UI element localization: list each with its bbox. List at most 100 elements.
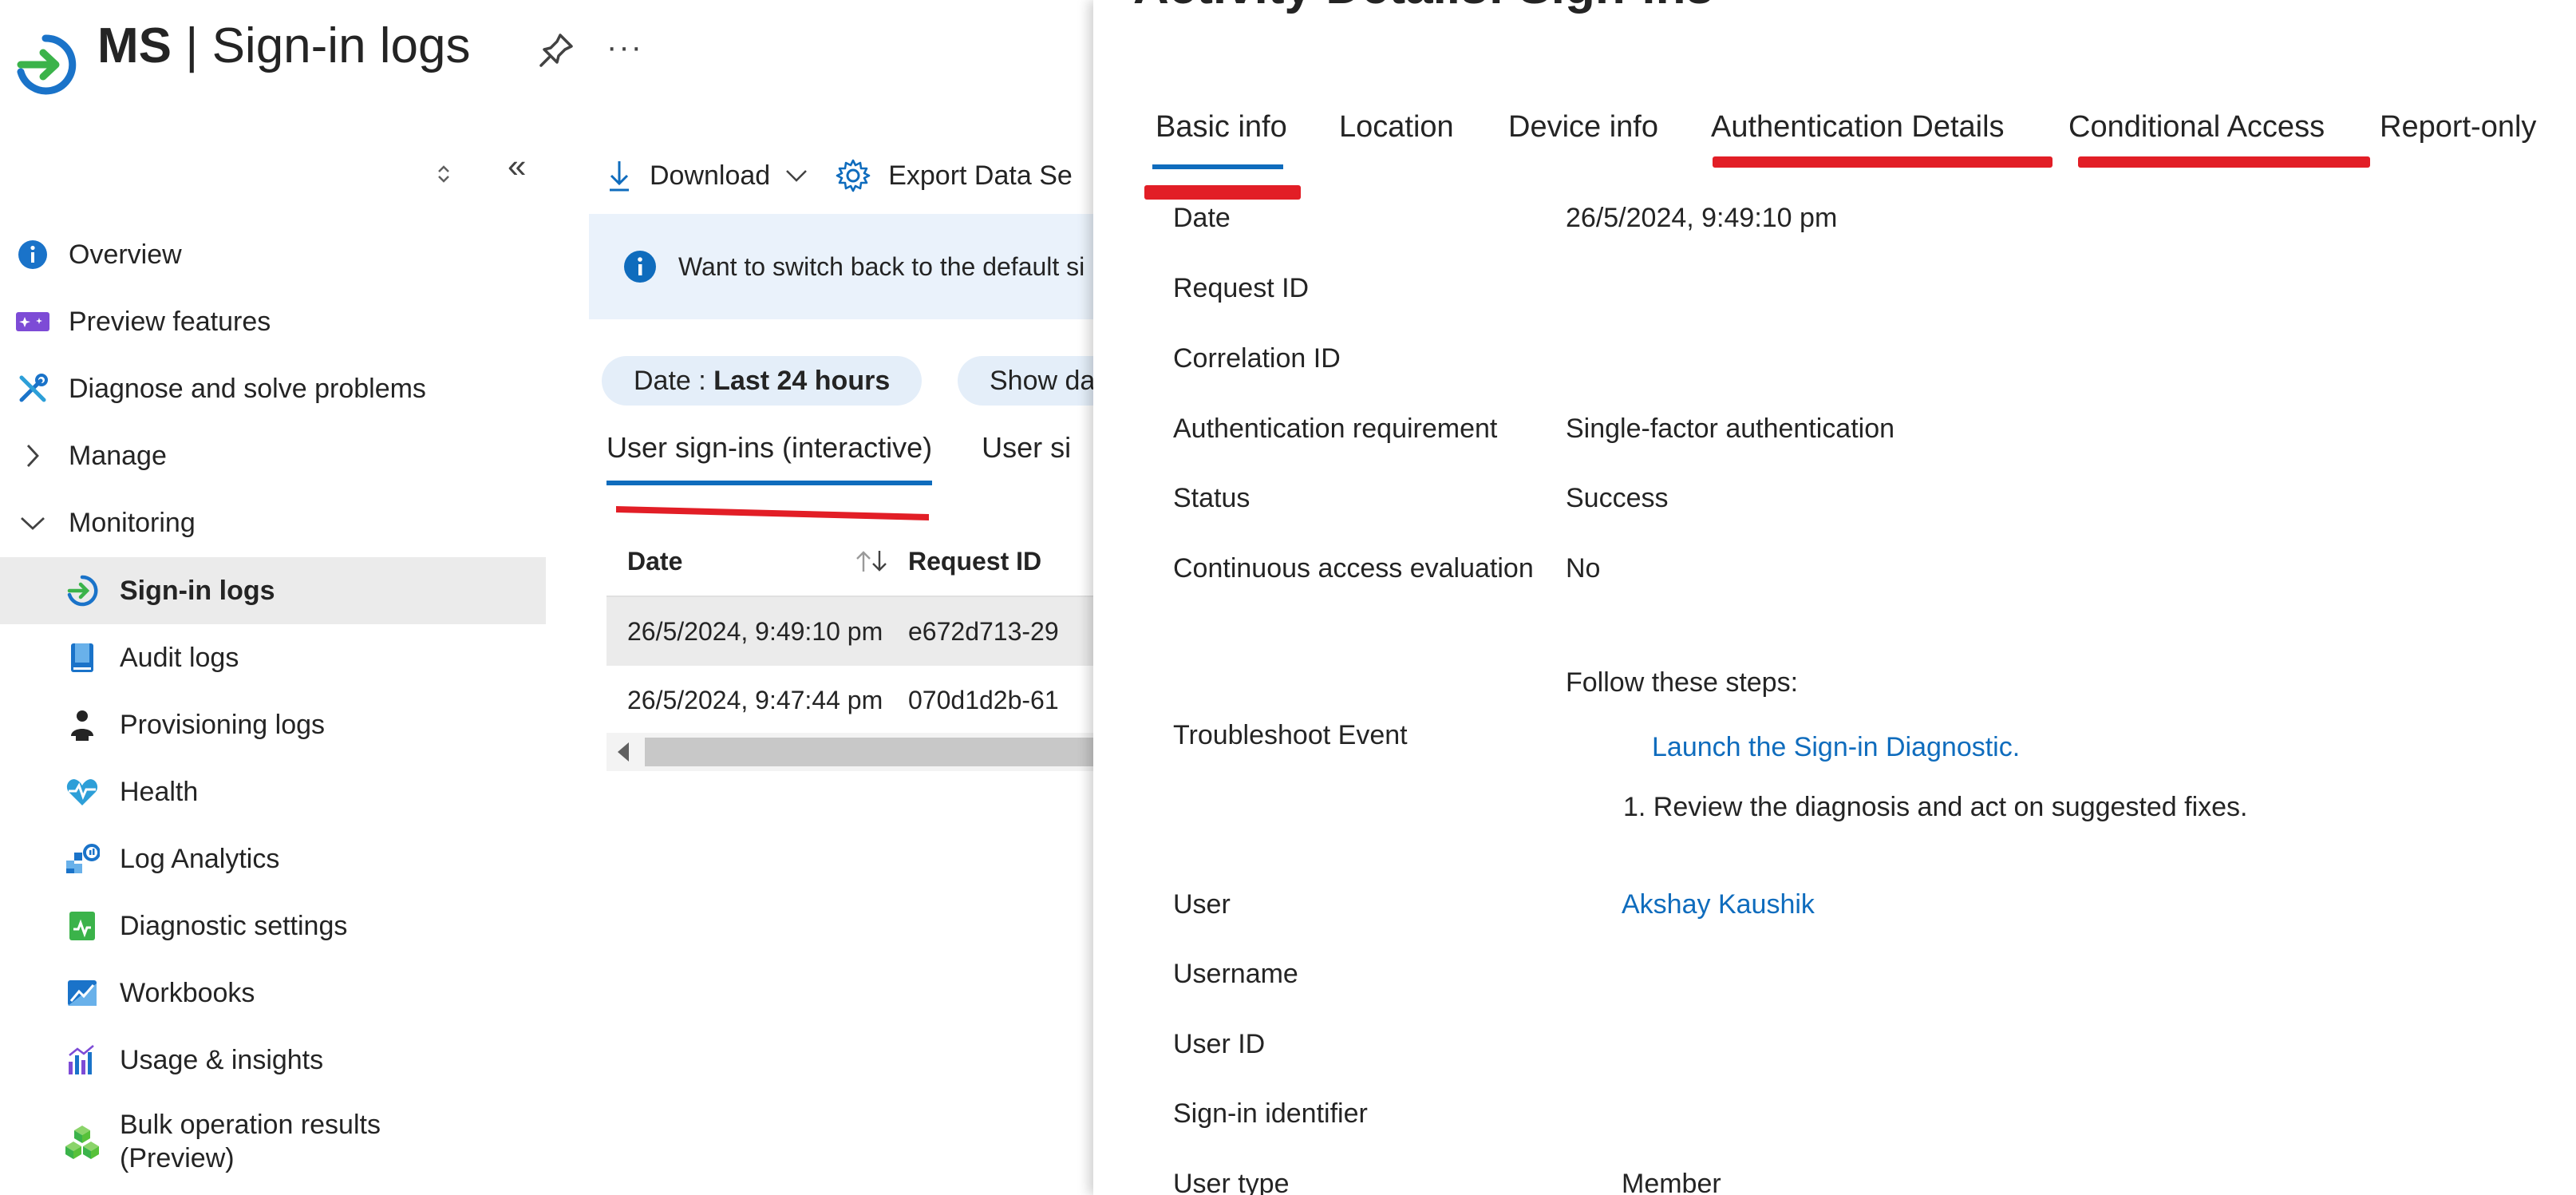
export-data-settings-button[interactable]: Export Data Se xyxy=(836,158,1073,193)
panel-title: Activity Details: Sign-ins xyxy=(1133,0,1713,19)
date-filter-prefix: Date : xyxy=(634,365,706,396)
analytics-icon xyxy=(64,841,101,877)
table-row[interactable]: 26/5/2024, 9:49:10 pm e672d713-29 xyxy=(606,597,1101,666)
table-cell-date: 26/5/2024, 9:49:10 pm xyxy=(627,616,883,646)
page-title-separator: | xyxy=(172,18,212,73)
sidebar-item-label: Diagnose and solve problems xyxy=(69,373,426,404)
sidebar-item-health[interactable]: Health xyxy=(0,758,546,825)
sidebar-item-provisioning-logs[interactable]: Provisioning logs xyxy=(0,691,546,758)
field-label-user-type: User type xyxy=(1173,1169,1290,1195)
diagnostic-icon xyxy=(64,908,101,944)
sidebar-item-label: Monitoring xyxy=(69,507,196,538)
field-label-correlation-id: Correlation ID xyxy=(1173,343,1341,374)
sidebar-item-label: Diagnostic settings xyxy=(120,910,348,941)
table-header: Date Request ID xyxy=(606,527,1101,597)
preview-icon xyxy=(14,303,51,340)
chevron-down-icon xyxy=(786,170,808,182)
sidebar-item-label: Preview features xyxy=(69,306,271,337)
sidebar-item-diagnose[interactable]: Diagnose and solve problems xyxy=(0,355,546,422)
table-row[interactable]: 26/5/2024, 9:47:44 pm 070d1d2b-61 xyxy=(606,666,1101,736)
sidebar-item-workbooks[interactable]: Workbooks xyxy=(0,960,546,1027)
sidebar-item-diagnostic-settings[interactable]: Diagnostic settings xyxy=(0,892,546,960)
column-header-request-id[interactable]: Request ID xyxy=(908,547,1041,576)
sidebar-item-label: Audit logs xyxy=(120,642,239,673)
sidebar-item-label: Provisioning logs xyxy=(120,709,326,740)
sidebar-item-audit-logs[interactable]: Audit logs xyxy=(0,624,546,691)
sort-updown-icon[interactable] xyxy=(434,163,453,185)
field-label-auth-requirement: Authentication requirement xyxy=(1173,414,1498,444)
sidebar-item-label: Bulk operation results (Preview) xyxy=(120,1110,381,1173)
table-cell-date: 26/5/2024, 9:47:44 pm xyxy=(627,685,883,714)
signin-icon xyxy=(64,572,101,609)
download-button[interactable]: Download xyxy=(606,158,808,193)
field-label-status: Status xyxy=(1173,483,1250,513)
field-label-user: User xyxy=(1173,889,1231,920)
sidebar-item-label: Workbooks xyxy=(120,977,255,1008)
show-dates-label: Show da xyxy=(990,365,1096,396)
field-value-cae: No xyxy=(1566,553,1601,584)
sidebar-item-label: Usage & insights xyxy=(120,1044,324,1075)
sidebar-item-label: Log Analytics xyxy=(120,843,280,874)
tab-authentication-details[interactable]: Authentication Details xyxy=(1711,110,2005,144)
launch-diagnostic-link[interactable]: Launch the Sign-in Diagnostic. xyxy=(1652,732,2020,763)
sidebar-item-bulk-operation-results[interactable]: Bulk operation results (Preview) xyxy=(0,1098,546,1185)
date-filter-pill[interactable]: Date : Last 24 hours xyxy=(602,356,923,406)
tab-basic-info[interactable]: Basic info xyxy=(1156,110,1287,144)
more-options-icon[interactable]: ··· xyxy=(606,27,643,67)
tab-user-sign-ins-interactive[interactable]: User sign-ins (interactive) xyxy=(606,431,933,485)
workbook-icon xyxy=(64,975,101,1011)
sidebar-item-usage-insights[interactable]: Usage & insights xyxy=(0,1027,546,1094)
active-tab-indicator xyxy=(1152,164,1283,169)
book-icon xyxy=(64,639,101,676)
sign-in-table: Date Request ID 26/5/2024, 9:49:10 pm e6… xyxy=(606,527,1101,736)
tab-conditional-access[interactable]: Conditional Access xyxy=(2068,110,2325,144)
scroll-left-arrow-icon[interactable] xyxy=(618,742,629,762)
field-value-user-link[interactable]: Akshay Kaushik xyxy=(1622,889,1815,920)
sign-in-logs-logo-icon xyxy=(17,34,77,95)
red-annotation-underline xyxy=(616,506,929,520)
sort-icon[interactable] xyxy=(852,548,891,575)
table-cell-request-id: 070d1d2b-61 xyxy=(908,685,1059,714)
sidebar-item-sign-in-logs[interactable]: Sign-in logs xyxy=(0,557,546,624)
red-annotation-conditional-access xyxy=(2078,156,2370,168)
download-icon xyxy=(610,161,629,192)
tab-user-sign-ins-noninteractive[interactable]: User si xyxy=(982,431,1071,485)
sidebar-item-log-analytics[interactable]: Log Analytics xyxy=(0,825,546,892)
sidebar-item-label: Manage xyxy=(69,440,167,471)
column-header-date-label: Date xyxy=(627,546,683,576)
tab-report-only[interactable]: Report-only xyxy=(2380,110,2536,144)
heart-icon xyxy=(64,774,101,810)
field-value-date: 26/5/2024, 9:49:10 pm xyxy=(1566,203,1838,233)
sidebar-item-monitoring[interactable]: Monitoring xyxy=(0,489,546,556)
export-label: Export Data Se xyxy=(888,160,1073,191)
field-label-troubleshoot: Troubleshoot Event xyxy=(1173,720,1408,750)
chart-icon xyxy=(64,1042,101,1078)
collapse-sidebar-icon[interactable]: « xyxy=(508,149,526,183)
download-label: Download xyxy=(650,160,771,191)
cubes-icon xyxy=(64,1123,101,1160)
page-title-name: Sign-in logs xyxy=(211,18,471,73)
sidebar-item-label: Sign-in logs xyxy=(120,575,275,606)
field-label-request-id: Request ID xyxy=(1173,273,1310,303)
page-title: MS | Sign-in logs xyxy=(97,14,471,78)
sidebar-item-preview-features[interactable]: Preview features xyxy=(0,288,546,355)
sidebar-item-label: Health xyxy=(120,776,199,807)
field-label-cae: Continuous access evaluation xyxy=(1173,553,1534,584)
pin-icon[interactable] xyxy=(536,29,578,70)
scrollbar-thumb[interactable] xyxy=(645,738,1101,766)
field-label-sign-in-identifier: Sign-in identifier xyxy=(1173,1098,1368,1129)
sidebar-item-manage[interactable]: Manage xyxy=(0,422,546,489)
toolbar: Download Export Data Se xyxy=(606,152,1100,200)
column-header-date[interactable]: Date xyxy=(606,547,908,576)
field-value-auth-requirement: Single-factor authentication xyxy=(1566,414,1895,444)
tab-device-info[interactable]: Device info xyxy=(1508,110,1658,144)
person-icon xyxy=(64,706,101,743)
table-cell-request-id: e672d713-29 xyxy=(908,616,1059,646)
tab-location[interactable]: Location xyxy=(1339,110,1454,144)
troubleshoot-steps-title: Follow these steps: xyxy=(1566,667,1799,698)
field-label-date: Date xyxy=(1173,203,1231,233)
field-value-status: Success xyxy=(1566,483,1669,513)
info-banner-text: Want to switch back to the default si xyxy=(678,251,1085,281)
chevron-down-icon xyxy=(14,505,51,541)
sidebar-item-overview[interactable]: Overview xyxy=(0,221,546,288)
